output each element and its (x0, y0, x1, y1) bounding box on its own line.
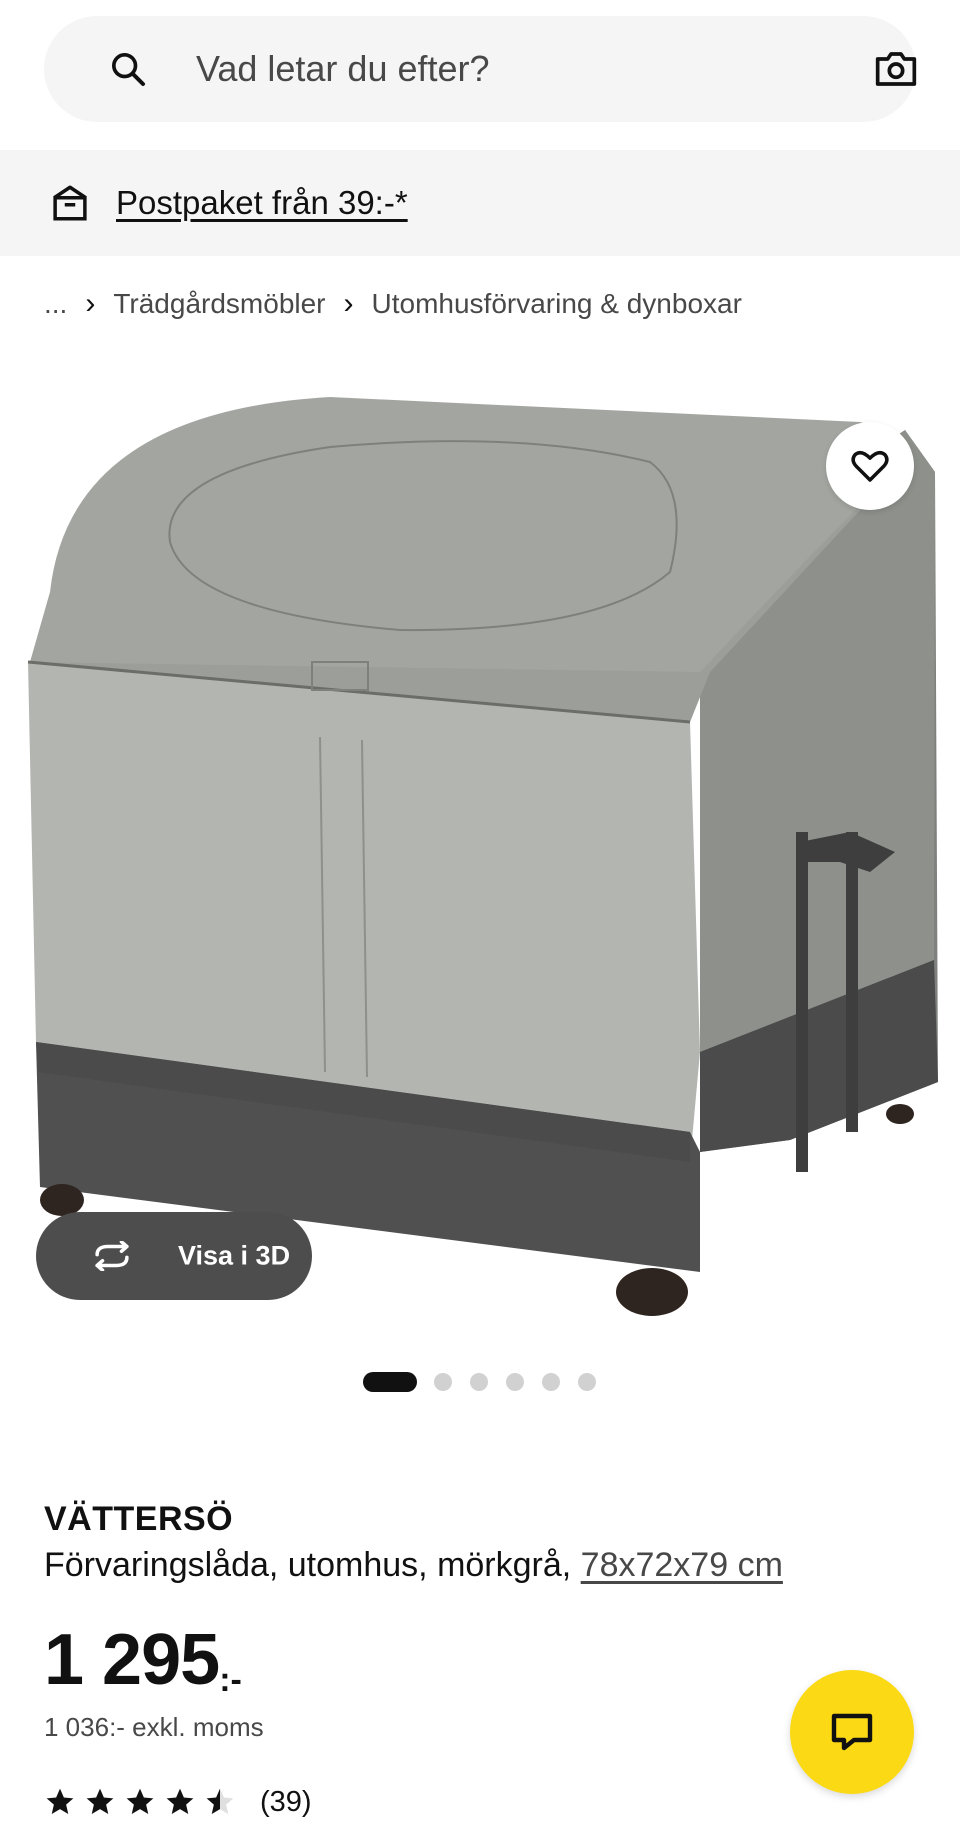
view-3d-button[interactable]: Visa i 3D (36, 1212, 312, 1300)
product-description: Förvaringslåda, utomhus, mörkgrå, 78x72x… (44, 1546, 783, 1585)
parcel-icon (53, 185, 87, 221)
promo-banner: Postpaket från 39:-* (0, 150, 960, 256)
star-full-icon (126, 1788, 154, 1814)
chevron-right-icon: › (85, 287, 96, 320)
product-price: 1 295 :- (44, 1620, 242, 1720)
chat-bubble-icon (831, 1713, 873, 1751)
promo-link[interactable]: Postpaket från 39:-* (116, 184, 408, 222)
star-full-icon (166, 1788, 194, 1814)
breadcrumb-item-utomhusforvaring[interactable]: Utomhusförvaring & dynboxar (372, 288, 742, 320)
star-full-icon (86, 1788, 114, 1814)
price-suffix: :- (219, 1661, 242, 1699)
product-image[interactable] (0, 372, 960, 1332)
price-amount: 1 295 (44, 1620, 220, 1700)
carousel-indicator (0, 1370, 960, 1392)
carousel-dot[interactable] (578, 1373, 596, 1391)
star-half-icon (206, 1788, 234, 1814)
heart-icon (851, 450, 889, 482)
price-excl-vat: 1 036:- exkl. moms (44, 1712, 264, 1742)
search-bar[interactable]: Vad letar du efter? (44, 16, 918, 122)
product-dimensions-link[interactable]: 78x72x79 cm (581, 1546, 783, 1584)
carousel-dot[interactable] (434, 1373, 452, 1391)
camera-icon[interactable] (874, 49, 918, 89)
carousel-dot-active[interactable] (363, 1372, 417, 1392)
breadcrumb-item-tradgardsmobler[interactable]: Trädgårdsmöbler (113, 288, 325, 320)
product-description-text: Förvaringslåda, utomhus, mörkgrå, (44, 1546, 581, 1584)
chevron-right-icon: › (343, 287, 354, 320)
product-name: VÄTTERSÖ (44, 1500, 234, 1538)
rotate-3d-icon (95, 1241, 129, 1271)
product-rating[interactable]: (39) (44, 1782, 312, 1822)
chat-button[interactable] (790, 1670, 914, 1794)
carousel-dot[interactable] (506, 1373, 524, 1391)
favorite-button[interactable] (826, 422, 914, 510)
breadcrumb-ellipsis[interactable]: ... (44, 288, 67, 320)
view-3d-label: Visa i 3D (178, 1240, 291, 1271)
search-icon[interactable] (108, 49, 148, 89)
carousel-dot[interactable] (470, 1373, 488, 1391)
breadcrumb: ... › Trädgårdsmöbler › Utomhusförvaring… (44, 282, 742, 326)
star-full-icon (46, 1788, 74, 1814)
search-input[interactable]: Vad letar du efter? (196, 48, 490, 90)
review-count: (39) (260, 1785, 312, 1818)
carousel-dot[interactable] (542, 1373, 560, 1391)
